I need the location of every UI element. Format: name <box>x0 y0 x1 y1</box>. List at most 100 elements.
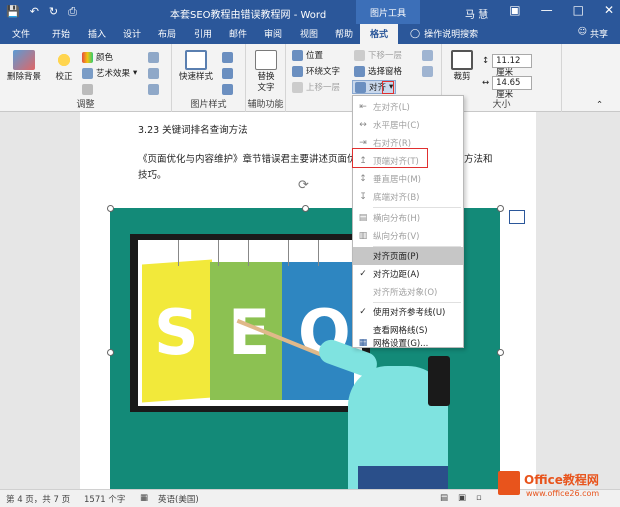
reset-picture-button[interactable] <box>148 82 159 96</box>
maximize-icon[interactable]: □ <box>573 3 584 17</box>
close-icon[interactable]: ✕ <box>604 3 614 17</box>
checkmark-icon: ✓ <box>359 269 367 279</box>
grid-icon: ▦ <box>358 338 368 348</box>
color-button[interactable]: 颜色 <box>82 50 113 64</box>
print-preview-icon[interactable]: ⎙ <box>68 5 77 19</box>
read-mode-icon[interactable]: ▤ <box>440 493 448 503</box>
resize-handle[interactable] <box>107 205 114 212</box>
page-count[interactable]: 第 4 页，共 7 页 <box>6 493 70 505</box>
share-button[interactable]: ☺ 共享 <box>578 27 608 40</box>
transparency-button[interactable] <box>82 82 93 96</box>
menu-label: 底端对齐(B) <box>373 193 420 203</box>
width-input[interactable]: 14.65 厘米 <box>492 76 533 100</box>
color-label: 颜色 <box>96 53 114 63</box>
ribbon-display-icon[interactable]: ▣ <box>509 3 520 17</box>
menu-item-align-center[interactable]: ↔ 水平居中(C) <box>353 116 463 134</box>
proofing-icon[interactable]: ▦ <box>140 493 148 503</box>
rotate-handle-icon[interactable]: ⟳ <box>298 178 309 193</box>
menu-item-distribute-vertical[interactable]: ▥ 纵向分布(V) <box>353 227 463 245</box>
menu-label: 对齐边距(A) <box>373 270 420 280</box>
redo-icon[interactable]: ↻ <box>49 5 58 19</box>
remove-background-button[interactable]: 删除背景 <box>4 50 44 83</box>
tab-design[interactable]: 设计 <box>123 27 141 40</box>
alt-text-label-2: 文字 <box>257 83 275 93</box>
tab-view[interactable]: 视图 <box>300 27 318 40</box>
art-effect-button[interactable]: 艺术效果 ▾ <box>82 66 137 80</box>
tab-home[interactable]: 开始 <box>52 27 70 40</box>
tab-mailings[interactable]: 邮件 <box>229 27 247 40</box>
word-count[interactable]: 1571 个字 <box>84 493 125 505</box>
group-adjust: 删除背景 校正 颜色 艺术效果 ▾ 调整 <box>0 44 172 112</box>
tab-review[interactable]: 审阅 <box>264 27 282 40</box>
picture-effects-icon <box>222 67 233 79</box>
tab-references[interactable]: 引用 <box>194 27 212 40</box>
menu-item-align-left[interactable]: ⇤ 左对齐(L) <box>353 98 463 116</box>
tab-file[interactable]: 文件 <box>12 27 30 40</box>
selection-pane-button[interactable]: 选择窗格 <box>354 64 402 78</box>
menu-item-align-middle[interactable]: ↕ 垂直居中(M) <box>353 170 463 188</box>
position-button[interactable]: 位置 <box>292 48 323 62</box>
align-middle-icon: ↕ <box>359 174 367 184</box>
menu-item-align-selected[interactable]: 对齐所选对象(O) <box>353 283 463 301</box>
office-logo-icon <box>498 471 520 495</box>
send-backward-label: 下移一层 <box>368 51 403 61</box>
tab-format[interactable]: 格式 <box>360 24 399 44</box>
align-icon <box>355 81 366 93</box>
menu-item-distribute-horizontal[interactable]: ▤ 横向分布(H) <box>353 209 463 227</box>
quick-styles-button[interactable]: 快速样式 <box>176 50 216 83</box>
menu-item-align-bottom[interactable]: ↧ 底端对齐(B) <box>353 188 463 206</box>
position-label: 位置 <box>306 51 324 61</box>
bring-forward-button[interactable]: 上移一层 <box>292 80 340 94</box>
undo-icon[interactable]: ↶ <box>30 5 39 19</box>
save-icon[interactable]: 💾 <box>6 5 20 19</box>
resize-handle[interactable] <box>497 349 504 356</box>
resize-handle[interactable] <box>302 205 309 212</box>
lightbulb-icon: ◯ <box>410 28 421 39</box>
menu-label: 对齐所选对象(O) <box>373 288 438 298</box>
picture-layout-button[interactable] <box>222 82 233 96</box>
language[interactable]: 英语(美国) <box>158 493 199 505</box>
correct-button[interactable]: 校正 <box>50 50 78 83</box>
send-backward-button[interactable]: 下移一层 <box>354 48 402 62</box>
height-input[interactable]: 11.12 厘米 <box>492 54 533 78</box>
align-dropdown-highlight <box>382 81 394 94</box>
distribute-vertical-icon: ▥ <box>358 231 368 241</box>
menu-item-use-guides[interactable]: ✓ 使用对齐参考线(U) <box>353 303 463 321</box>
wrap-text-icon <box>292 65 303 77</box>
height-spinner[interactable]: ↕ 11.12 厘米 <box>482 54 533 78</box>
rotate-button[interactable] <box>422 64 433 78</box>
document-page[interactable]: 3.23 关键词排名查询方法 《页面优化与内容维护》章节错误君主要讲述页面优化基… <box>80 112 536 496</box>
banner-string <box>318 240 319 266</box>
group-objects-button[interactable] <box>422 48 433 62</box>
crop-button[interactable]: 裁剪 <box>448 50 476 83</box>
minimize-icon[interactable]: — <box>541 3 553 17</box>
menu-item-align-to-margin[interactable]: ✓ 对齐边距(A) <box>353 265 463 283</box>
tab-insert[interactable]: 插入 <box>88 27 106 40</box>
wrap-text-button[interactable]: 环绕文字 <box>292 64 340 78</box>
web-layout-icon[interactable]: ▫ <box>476 493 482 503</box>
group-picture-styles-label: 图片样式 <box>190 100 227 110</box>
resize-handle[interactable] <box>107 349 114 356</box>
menu-item-grid-settings[interactable]: ▦ 网格设置(G)... <box>353 336 463 350</box>
picture-border-button[interactable] <box>222 50 233 64</box>
user-name[interactable]: 马 慧 <box>465 6 488 21</box>
alt-text-button[interactable]: 替换 文字 <box>252 50 280 94</box>
layout-options-icon[interactable] <box>509 210 525 224</box>
picture-effects-button[interactable] <box>222 66 233 80</box>
height-icon: ↕ <box>482 56 490 66</box>
align-left-icon: ⇤ <box>359 102 367 112</box>
resize-handle[interactable] <box>497 205 504 212</box>
site-watermark: Office教程网 www.office26.com <box>496 467 614 505</box>
tab-help[interactable]: 帮助 <box>335 27 353 40</box>
tell-me-search[interactable]: ◯ 操作说明搜索 <box>410 27 478 41</box>
tab-layout[interactable]: 布局 <box>158 27 176 40</box>
menu-label: 对齐页面(P) <box>373 252 419 262</box>
ribbon-tab-bar: 文件 开始 插入 设计 布局 引用 邮件 审阅 视图 帮助 格式 ◯ 操作说明搜… <box>0 24 620 44</box>
group-picture-styles: 快速样式 图片样式 <box>172 44 246 112</box>
print-layout-icon[interactable]: ▣ <box>458 493 466 503</box>
change-picture-button[interactable] <box>148 66 159 80</box>
compress-pictures-button[interactable] <box>148 50 159 64</box>
collapse-ribbon-icon[interactable]: ⌃ <box>596 98 603 112</box>
width-spinner[interactable]: ↔ 14.65 厘米 <box>482 76 533 100</box>
menu-item-align-to-page[interactable]: 对齐页面(P) <box>353 247 463 265</box>
